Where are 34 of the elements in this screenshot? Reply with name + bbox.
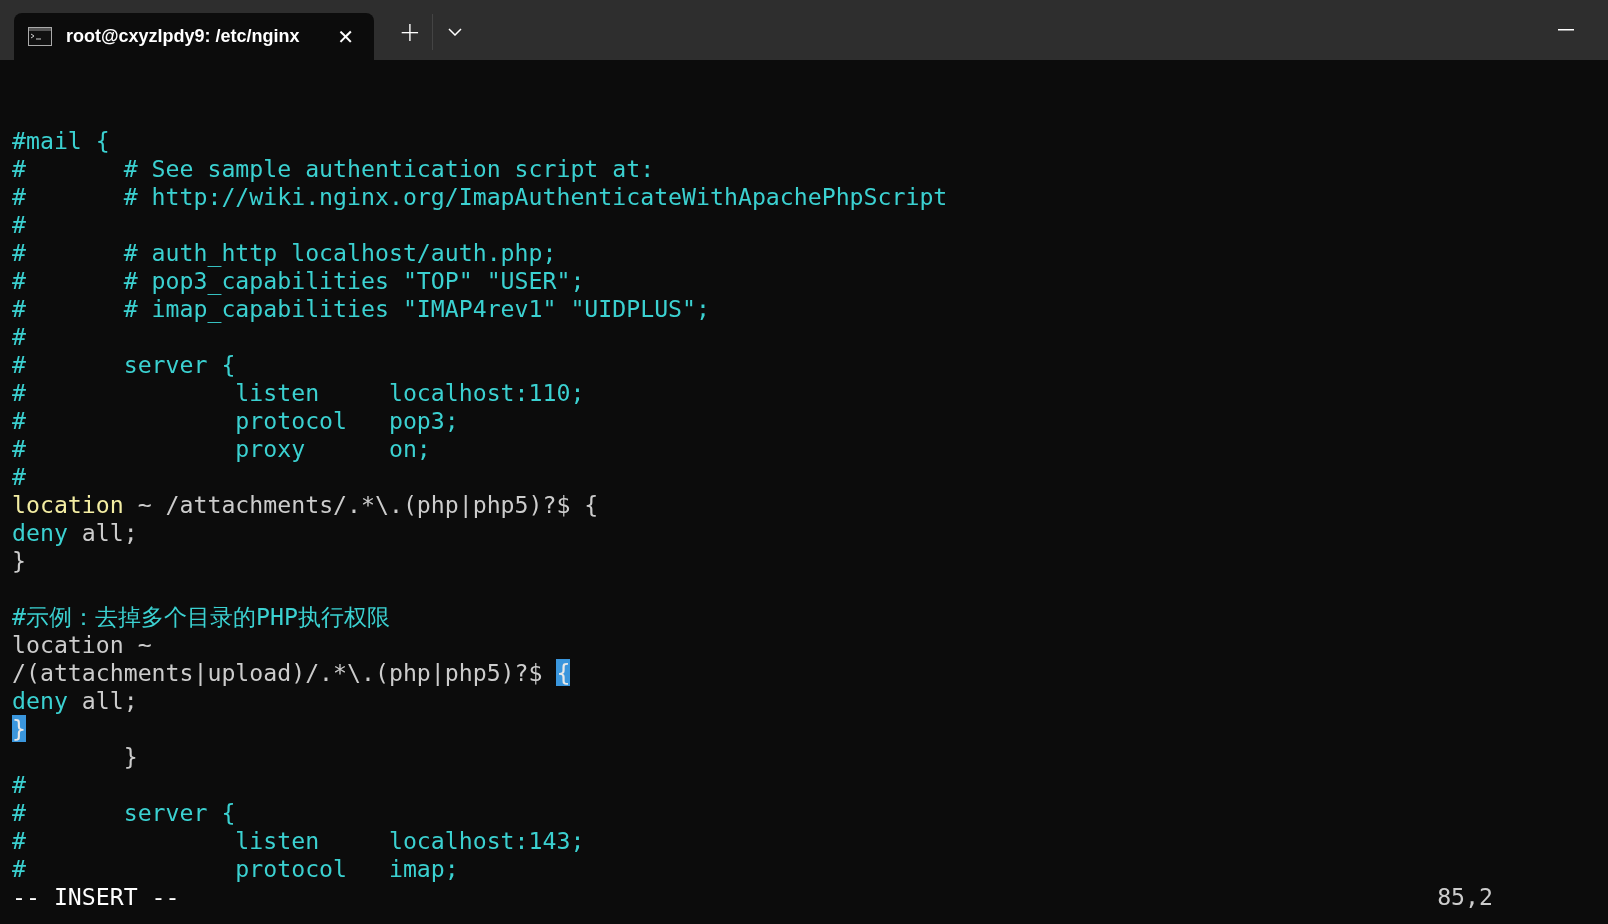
cursor-position: 85,2 (1437, 883, 1493, 911)
code-line: #mail { (12, 127, 110, 155)
code-line: # (12, 463, 26, 491)
code-line: # server { (12, 351, 236, 379)
code-line: # server { (12, 799, 236, 827)
new-tab-button[interactable]: + (394, 16, 426, 48)
code-line: #示例：去掉多个目录的PHP执行权限 (12, 603, 390, 631)
code-line: # proxy on; (12, 435, 431, 463)
mode-indicator: -- INSERT -- (12, 883, 180, 911)
code-line: # protocol pop3; (12, 407, 459, 435)
code-line: location ~ /attachments/.*\.(php|php5)?$ { (12, 491, 599, 519)
code-line: deny all; (12, 519, 138, 547)
code-line: } (12, 547, 26, 575)
code-line: # # imap_capabilities "IMAP4rev1" "UIDPLUS"; (12, 295, 710, 323)
chevron-down-icon (448, 28, 462, 36)
code-line: # # pop3_capabilities "TOP" "USER"; (12, 267, 585, 295)
code-line: # listen localhost:110; (12, 379, 585, 407)
code-line: # (12, 323, 26, 351)
code-line: # listen localhost:143; (12, 827, 585, 855)
code-line: # (12, 211, 26, 239)
minimize-icon (1558, 29, 1574, 31)
terminal-icon (28, 27, 52, 46)
code-line: } (122, 743, 138, 771)
code-line: # # See sample authentication script at: (12, 155, 655, 183)
tab-title: root@cxyzlpdy9: /etc/nginx (66, 25, 301, 48)
code-line: /(attachments|upload)/.*\.(php|php5)?$ { (12, 659, 571, 687)
code-line: location ~ (12, 631, 152, 659)
code-line: deny all; (12, 687, 138, 715)
code-line: # # http://wiki.nginx.org/ImapAuthenticateWithApachePhpScript (12, 183, 948, 211)
terminal-tab[interactable]: root@cxyzlpdy9: /etc/nginx ✕ (14, 13, 374, 60)
code-line: # protocol imap; (12, 855, 459, 883)
code-line: # # auth_http localhost/auth.php; (12, 239, 557, 267)
close-tab-button[interactable]: ✕ (337, 21, 354, 52)
code-line: # (12, 771, 26, 799)
